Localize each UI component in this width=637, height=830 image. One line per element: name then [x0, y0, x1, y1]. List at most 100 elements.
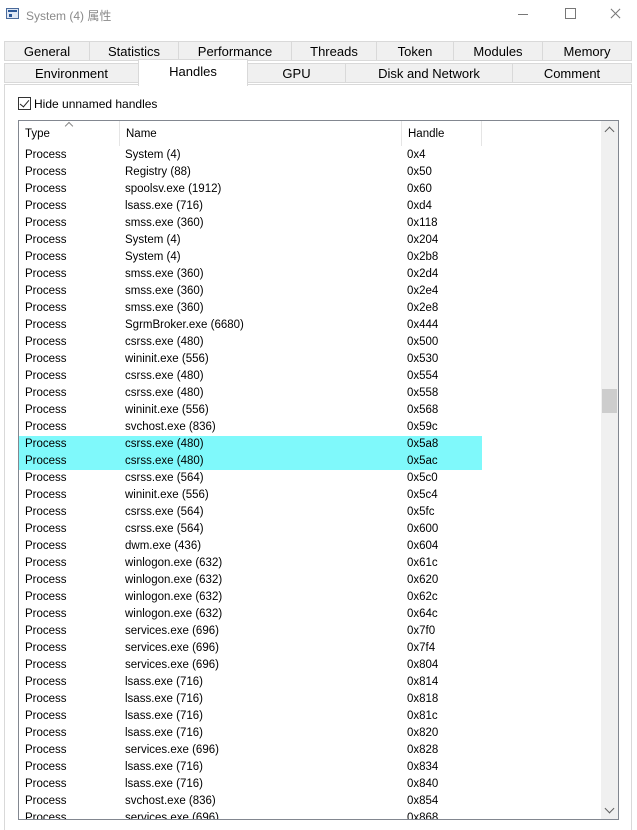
cell-name: smss.exe (360)	[125, 217, 204, 229]
table-row[interactable]: Process svchost.exe (836) 0x854	[19, 793, 602, 810]
cell-type: Process	[25, 693, 67, 705]
table-row[interactable]: Process winlogon.exe (632) 0x62c	[19, 589, 602, 606]
cell-type: Process	[25, 217, 67, 229]
table-row[interactable]: Process services.exe (696) 0x868	[19, 810, 602, 820]
tab-memory[interactable]: Memory	[542, 41, 632, 61]
maximize-button[interactable]	[546, 0, 592, 30]
cell-type: Process	[25, 778, 67, 790]
column-header-name[interactable]: Name	[120, 121, 402, 146]
minimize-button[interactable]	[500, 0, 546, 30]
tab-statistics[interactable]: Statistics	[89, 41, 179, 61]
tab-token[interactable]: Token	[376, 41, 454, 61]
table-row[interactable]: Process wininit.exe (556) 0x568	[19, 402, 602, 419]
table-row[interactable]: Process System (4) 0x2b8	[19, 249, 602, 266]
table-row[interactable]: Process csrss.exe (480) 0x5a8	[19, 436, 602, 453]
cell-name: wininit.exe (556)	[125, 404, 209, 416]
table-row[interactable]: Process lsass.exe (716) 0x81c	[19, 708, 602, 725]
table-row[interactable]: Process Registry (88) 0x50	[19, 164, 602, 181]
sort-ascending-icon	[66, 123, 73, 127]
table-row[interactable]: Process smss.exe (360) 0x2e8	[19, 300, 602, 317]
tab-handles[interactable]: Handles	[138, 59, 248, 86]
cell-type: Process	[25, 557, 67, 569]
handles-list[interactable]: Type Name Handle Process System (4) 0x4 Pro…	[18, 120, 619, 820]
table-row[interactable]: Process lsass.exe (716) 0xd4	[19, 198, 602, 215]
table-row[interactable]: Process services.exe (696) 0x804	[19, 657, 602, 674]
table-row[interactable]: Process lsass.exe (716) 0x814	[19, 674, 602, 691]
cell-name: spoolsv.exe (1912)	[125, 183, 222, 195]
table-row[interactable]: Process csrss.exe (480) 0x554	[19, 368, 602, 385]
tab-general[interactable]: General	[4, 41, 90, 61]
scroll-down-button[interactable]	[601, 802, 618, 819]
cell-name: lsass.exe (716)	[125, 200, 203, 212]
close-button[interactable]	[592, 0, 637, 30]
cell-type: Process	[25, 234, 67, 246]
table-row[interactable]: Process System (4) 0x204	[19, 232, 602, 249]
table-row[interactable]: Process lsass.exe (716) 0x834	[19, 759, 602, 776]
scrollbar-thumb[interactable]	[602, 389, 617, 413]
table-row[interactable]: Process lsass.exe (716) 0x818	[19, 691, 602, 708]
table-row[interactable]: Process services.exe (696) 0x7f0	[19, 623, 602, 640]
table-row[interactable]: Process smss.exe (360) 0x118	[19, 215, 602, 232]
cell-name: winlogon.exe (632)	[125, 574, 223, 586]
cell-handle: 0x4	[407, 149, 426, 161]
table-row[interactable]: Process wininit.exe (556) 0x530	[19, 351, 602, 368]
table-row[interactable]: Process smss.exe (360) 0x2d4	[19, 266, 602, 283]
tab-threads[interactable]: Threads	[291, 41, 377, 61]
table-row[interactable]: Process svchost.exe (836) 0x59c	[19, 419, 602, 436]
cell-name: winlogon.exe (632)	[125, 591, 223, 603]
cell-name: services.exe (696)	[125, 744, 219, 756]
cell-handle: 0x868	[407, 812, 439, 820]
cell-handle: 0x2b8	[407, 251, 439, 263]
table-row[interactable]: Process csrss.exe (480) 0x500	[19, 334, 602, 351]
cell-name: System (4)	[125, 234, 181, 246]
tab-modules[interactable]: Modules	[453, 41, 543, 61]
table-row[interactable]: Process lsass.exe (716) 0x820	[19, 725, 602, 742]
cell-name: csrss.exe (564)	[125, 472, 204, 484]
cell-type: Process	[25, 370, 67, 382]
table-row[interactable]: Process csrss.exe (564) 0x600	[19, 521, 602, 538]
table-row[interactable]: Process spoolsv.exe (1912) 0x60	[19, 181, 602, 198]
hide-unnamed-label[interactable]: Hide unnamed handles	[34, 97, 157, 111]
cell-type: Process	[25, 421, 67, 433]
table-row[interactable]: Process csrss.exe (480) 0x5ac	[19, 453, 602, 470]
tab-comment[interactable]: Comment	[512, 63, 632, 83]
tab-gpu[interactable]: GPU	[247, 63, 346, 83]
table-row[interactable]: Process services.exe (696) 0x7f4	[19, 640, 602, 657]
table-row[interactable]: Process lsass.exe (716) 0x840	[19, 776, 602, 793]
column-header-handle[interactable]: Handle	[402, 121, 482, 146]
tab-environment[interactable]: Environment	[4, 63, 139, 83]
cell-type: Process	[25, 591, 67, 603]
table-row[interactable]: Process csrss.exe (480) 0x558	[19, 385, 602, 402]
vertical-scrollbar[interactable]	[601, 121, 618, 819]
cell-handle: 0x530	[407, 353, 439, 365]
cell-handle: 0x59c	[407, 421, 438, 433]
cell-name: smss.exe (360)	[125, 268, 204, 280]
scroll-up-button[interactable]	[601, 121, 618, 138]
hide-unnamed-checkbox[interactable]	[18, 97, 31, 110]
table-row[interactable]: Process smss.exe (360) 0x2e4	[19, 283, 602, 300]
table-row[interactable]: Process services.exe (696) 0x828	[19, 742, 602, 759]
table-row[interactable]: Process csrss.exe (564) 0x5fc	[19, 504, 602, 521]
tab-disk-and-network[interactable]: Disk and Network	[345, 63, 513, 83]
cell-type: Process	[25, 523, 67, 535]
cell-name: csrss.exe (480)	[125, 336, 204, 348]
cell-type: Process	[25, 608, 67, 620]
table-row[interactable]: Process winlogon.exe (632) 0x620	[19, 572, 602, 589]
column-header-type[interactable]: Type	[19, 121, 120, 146]
cell-name: winlogon.exe (632)	[125, 608, 223, 620]
column-header-handle-label: Handle	[408, 128, 445, 140]
cell-type: Process	[25, 404, 67, 416]
cell-name: wininit.exe (556)	[125, 489, 209, 501]
tab-performance[interactable]: Performance	[178, 41, 292, 61]
table-row[interactable]: Process dwm.exe (436) 0x604	[19, 538, 602, 555]
table-row[interactable]: Process csrss.exe (564) 0x5c0	[19, 470, 602, 487]
table-row[interactable]: Process System (4) 0x4	[19, 147, 602, 164]
table-row[interactable]: Process wininit.exe (556) 0x5c4	[19, 487, 602, 504]
cell-handle: 0x834	[407, 761, 439, 773]
tab-strip: General Statistics Performance Threads T…	[0, 38, 637, 86]
cell-name: csrss.exe (480)	[125, 455, 204, 467]
table-row[interactable]: Process SgrmBroker.exe (6680) 0x444	[19, 317, 602, 334]
table-row[interactable]: Process winlogon.exe (632) 0x64c	[19, 606, 602, 623]
table-row[interactable]: Process winlogon.exe (632) 0x61c	[19, 555, 602, 572]
cell-type: Process	[25, 676, 67, 688]
